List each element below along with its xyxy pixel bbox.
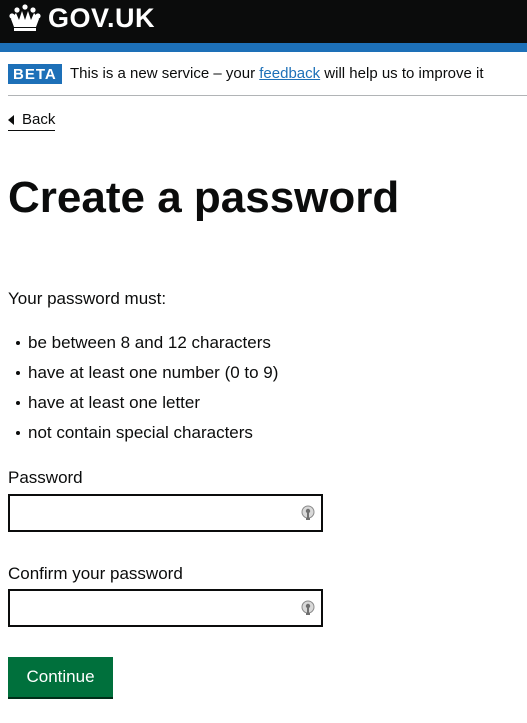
rule-text: be between 8 and 12 characters bbox=[28, 333, 271, 352]
password-manager-icon[interactable] bbox=[301, 600, 315, 616]
rule-text: have at least one number (0 to 9) bbox=[28, 363, 279, 382]
back-link[interactable]: Back bbox=[8, 111, 56, 131]
back-arrow-icon bbox=[8, 115, 14, 125]
logo-text: GOV.UK bbox=[48, 3, 156, 33]
rule-text: have at least one letter bbox=[28, 393, 201, 412]
confirm-password-label: Confirm your password bbox=[8, 564, 183, 583]
back-link-label: Back bbox=[22, 111, 56, 128]
list-item: not contain special characters bbox=[8, 422, 278, 452]
phase-banner-text: This is a new service – your feedback wi… bbox=[70, 65, 484, 83]
password-input[interactable] bbox=[10, 496, 290, 530]
continue-button[interactable]: Continue bbox=[8, 657, 113, 697]
confirm-password-input[interactable] bbox=[10, 591, 290, 625]
password-rules-intro: Your password must: bbox=[8, 289, 167, 308]
phase-text-before: This is a new service – your bbox=[70, 65, 260, 82]
bullet-icon bbox=[16, 401, 20, 405]
bullet-icon bbox=[16, 431, 20, 435]
password-field[interactable] bbox=[8, 494, 323, 532]
password-manager-icon[interactable] bbox=[301, 505, 315, 521]
feedback-link[interactable]: feedback bbox=[259, 65, 320, 82]
page-title: Create a password bbox=[8, 173, 400, 222]
list-item: be between 8 and 12 characters bbox=[8, 332, 278, 362]
list-item: have at least one number (0 to 9) bbox=[8, 362, 278, 392]
header-blue-bar bbox=[0, 43, 527, 52]
rule-text: not contain special characters bbox=[28, 423, 253, 442]
list-item: have at least one letter bbox=[8, 392, 278, 422]
confirm-password-field[interactable] bbox=[8, 589, 323, 627]
phase-text-after: will help us to improve it bbox=[320, 65, 484, 82]
phase-tag: BETA bbox=[8, 64, 62, 84]
phase-banner: BETA This is a new service – your feedba… bbox=[8, 60, 527, 96]
site-header: GOV.UK bbox=[0, 0, 527, 43]
crown-icon bbox=[9, 4, 41, 31]
password-rules-list: be between 8 and 12 characters have at l… bbox=[8, 332, 278, 452]
password-label: Password bbox=[8, 468, 83, 487]
bullet-icon bbox=[16, 371, 20, 375]
bullet-icon bbox=[16, 341, 20, 345]
govuk-logo[interactable]: GOV.UK bbox=[8, 2, 155, 34]
